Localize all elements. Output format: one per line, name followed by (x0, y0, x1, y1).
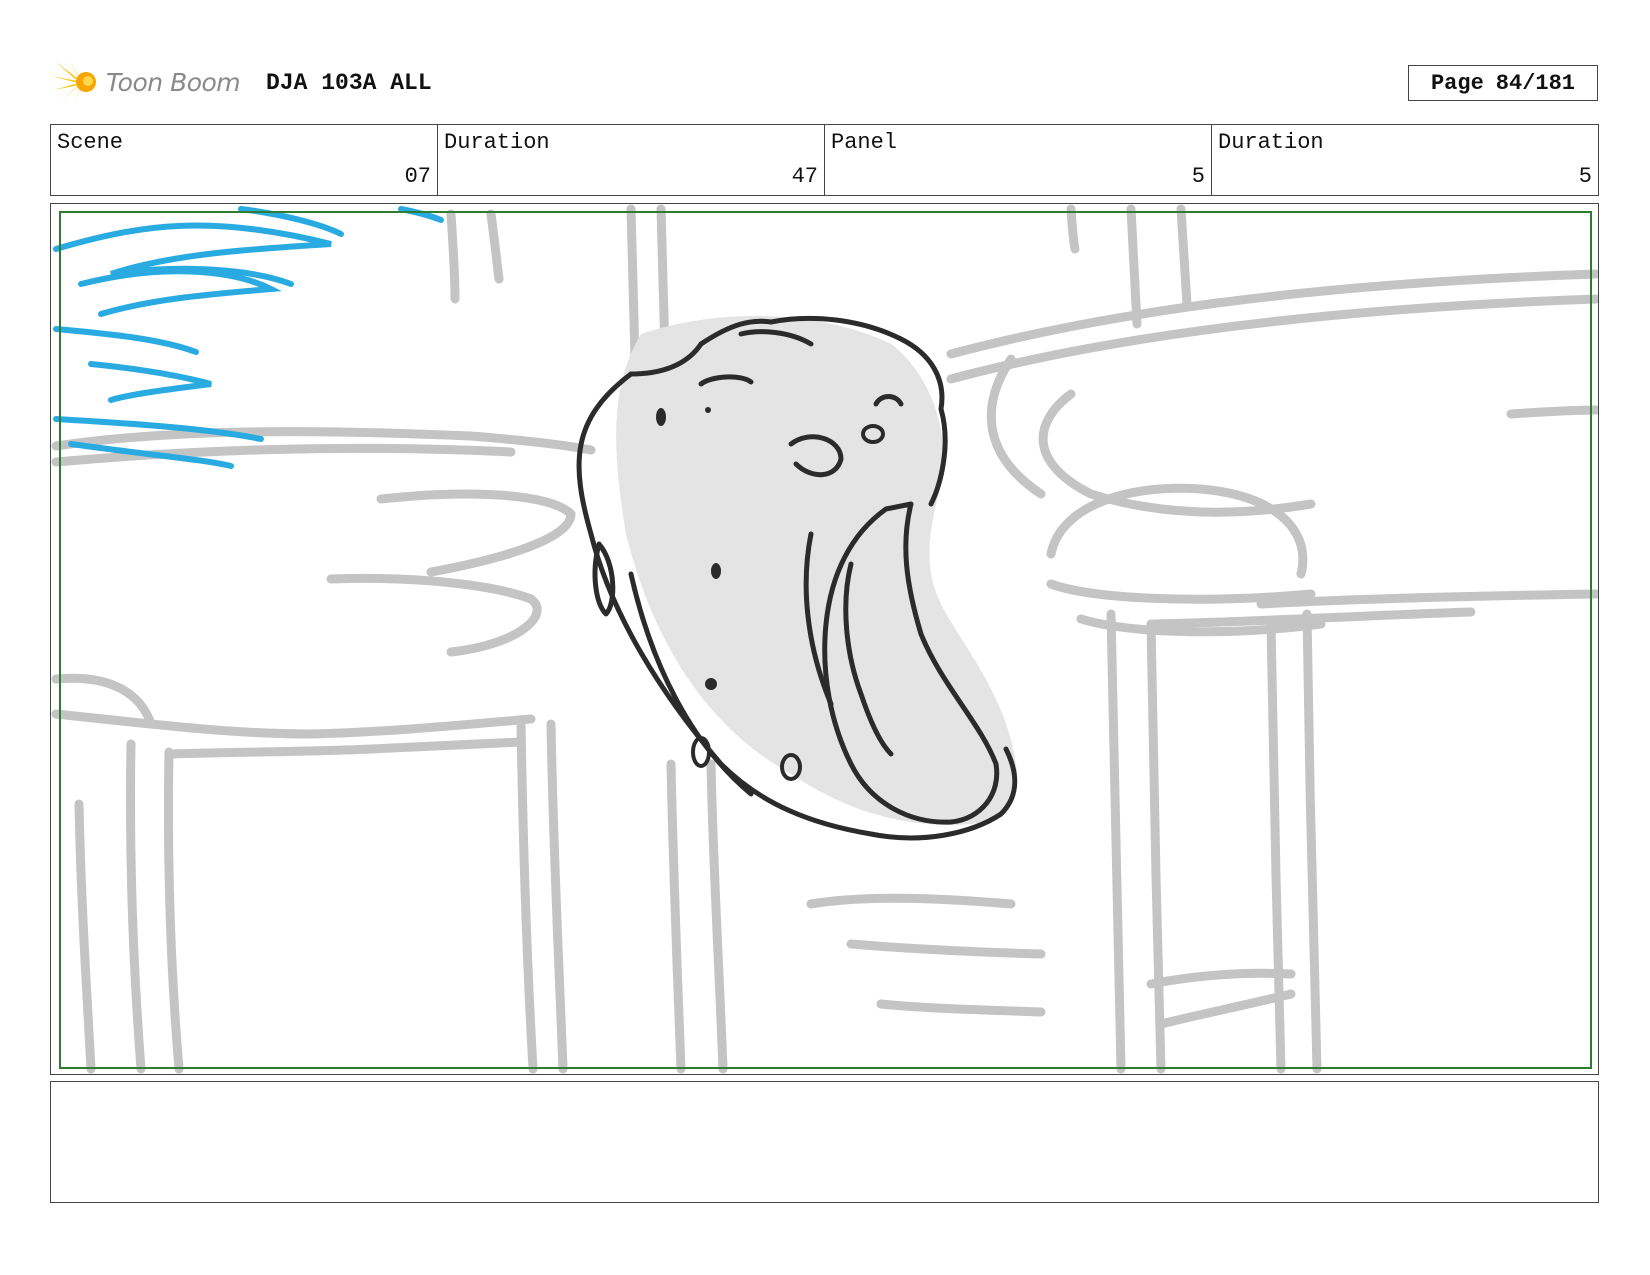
blue-scribble (53, 206, 444, 469)
panel-label: Panel (831, 130, 898, 155)
panel-cell: Panel 5 (825, 125, 1212, 195)
panel-info-bar: Scene 07 Duration 47 Panel 5 Duration 5 (50, 124, 1599, 196)
panel-notes-box (50, 1081, 1599, 1203)
page-number: 84/181 (1495, 70, 1576, 96)
starburst-logo-icon (52, 58, 96, 106)
storyboard-panel (50, 203, 1599, 1075)
scene-duration-label: Duration (444, 130, 550, 155)
scene-duration-cell: Duration 47 (438, 125, 825, 195)
page-label: Page (1430, 70, 1484, 96)
panel-value: 5 (1191, 164, 1205, 189)
panel-duration-label: Duration (1218, 130, 1324, 155)
logo-wordmark: Toon Boom (106, 67, 241, 97)
panel-duration-value: 5 (1578, 164, 1592, 189)
page-indicator: Page 84/181 (1408, 65, 1598, 101)
panel-duration-cell: Duration 5 (1212, 125, 1598, 195)
toon-boom-logo: Toon Boom (52, 56, 241, 108)
project-title: DJA 103A ALL (266, 70, 432, 96)
character-sketch (576, 315, 1018, 841)
scene-label: Scene (57, 130, 124, 155)
scene-duration-value: 47 (791, 164, 818, 189)
scene-value: 07 (404, 164, 431, 189)
scene-cell: Scene 07 (51, 125, 438, 195)
panel-sketch (51, 204, 1598, 1074)
